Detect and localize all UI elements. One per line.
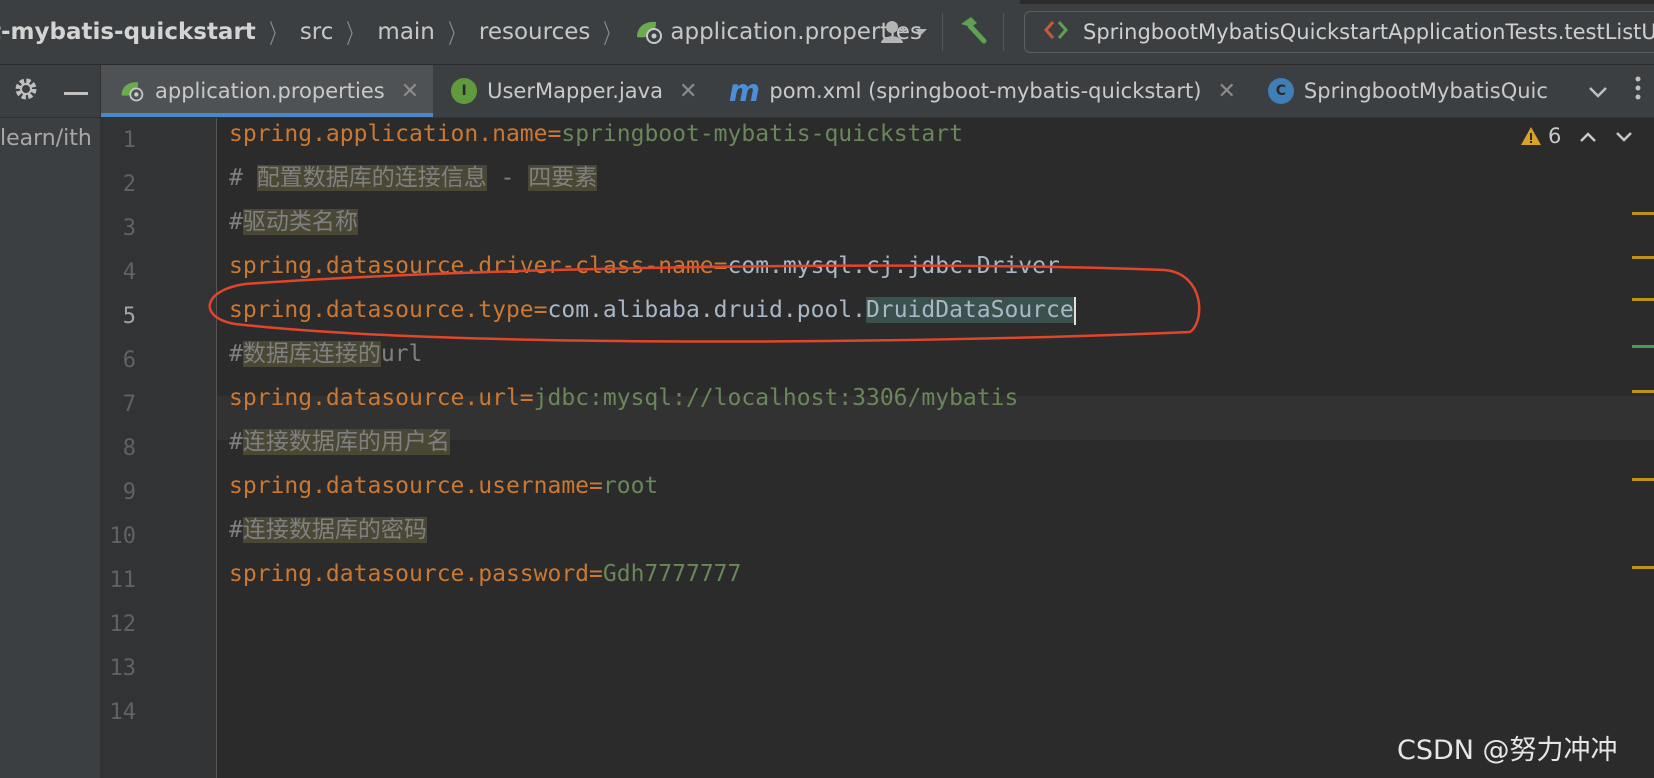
project-panel: learn/ith (0, 118, 101, 778)
close-icon[interactable]: ✕ (679, 79, 697, 104)
navigation-bar: t-mybatis-quickstart 〉 src 〉 main 〉 reso… (0, 0, 1654, 65)
tab-springboot-tests[interactable]: C SpringbootMybatisQuic (1250, 65, 1562, 117)
warning-count: 6 (1548, 124, 1562, 148)
next-highlight-icon[interactable] (1615, 124, 1633, 148)
previous-highlight-icon[interactable] (1579, 124, 1597, 148)
code-line-comment[interactable]: #连接数据库的密码 (229, 508, 427, 552)
editor-tab-bar: application.properties ✕ I UserMapper.ja… (0, 65, 1654, 118)
breadcrumb-resources[interactable]: resources (479, 19, 590, 45)
code-line-current[interactable]: spring.datasource.type=com.alibaba.druid… (229, 288, 1076, 332)
breadcrumb-file[interactable]: application.properties (634, 19, 922, 45)
text-caret (1073, 296, 1076, 325)
code-line-comment[interactable]: # 配置数据库的连接信息 - 四要素 (229, 156, 598, 200)
tab-usermapper-java[interactable]: I UserMapper.java ✕ (433, 65, 711, 117)
run-config-icon (1043, 19, 1069, 46)
tab-overflow-controls (1574, 65, 1654, 117)
chevron-down-icon (915, 29, 927, 35)
watermark: CSDN @努力冲冲 (1397, 735, 1618, 766)
error-stripe-mark[interactable] (1632, 345, 1654, 348)
code-line[interactable]: spring.datasource.username=root (229, 464, 658, 508)
spring-properties-icon (119, 78, 145, 104)
warning-icon (1521, 127, 1541, 145)
line-number: 6 (122, 348, 136, 373)
breadcrumb-separator: 〉 (603, 19, 620, 50)
line-number: 14 (109, 700, 137, 725)
more-vertical-icon[interactable] (1635, 76, 1641, 106)
project-path-fragment[interactable]: learn/ith (0, 126, 92, 151)
tab-application-properties[interactable]: application.properties ✕ (101, 65, 434, 117)
interface-icon: I (451, 78, 478, 104)
line-number: 8 (122, 436, 136, 461)
error-stripe-mark[interactable] (1632, 478, 1654, 481)
tab-label: SpringbootMybatisQuic (1303, 79, 1548, 103)
code-line[interactable]: spring.datasource.driver-class-name=com.… (229, 244, 1060, 288)
error-stripe-mark[interactable] (1632, 212, 1654, 215)
breadcrumb-separator: 〉 (269, 19, 285, 50)
code-line[interactable]: spring.datasource.url=jdbc:mysql://local… (229, 376, 1018, 420)
user-icon[interactable] (880, 19, 928, 45)
code-line-comment[interactable]: #驱动类名称 (229, 200, 358, 244)
tab-pom-xml[interactable]: m pom.xml (springboot-mybatis-quickstart… (711, 65, 1250, 117)
maven-icon: m (728, 73, 761, 109)
line-number-gutter[interactable]: 1 2 3 4 5 6 7 8 9 10 11 12 13 14 (101, 118, 217, 778)
error-stripe-mark[interactable] (1632, 256, 1654, 259)
gear-icon[interactable] (13, 76, 39, 106)
breadcrumb-project[interactable]: t-mybatis-quickstart (0, 19, 256, 45)
line-number: 3 (122, 216, 136, 241)
line-number-current: 5 (122, 304, 136, 329)
breadcrumb-main[interactable]: main (377, 19, 434, 45)
line-number: 12 (109, 612, 137, 637)
inspection-widget[interactable]: 6 (1520, 124, 1633, 148)
line-number: 13 (109, 656, 137, 681)
close-icon[interactable]: ✕ (401, 79, 419, 104)
line-number: 4 (122, 260, 136, 285)
error-stripe-mark[interactable] (1632, 390, 1654, 393)
code-line[interactable]: spring.datasource.password=Gdh7777777 (229, 552, 741, 596)
error-stripe-mark[interactable] (1632, 298, 1654, 301)
breadcrumb-separator: 〉 (448, 19, 464, 50)
line-number: 2 (122, 172, 136, 197)
line-number: 1 (122, 128, 136, 153)
line-number: 7 (122, 392, 136, 417)
spring-properties-icon (634, 19, 664, 45)
line-number: 11 (109, 568, 137, 593)
tool-window-controls (0, 65, 101, 117)
breadcrumb-src[interactable]: src (300, 19, 334, 45)
tab-label: UserMapper.java (487, 79, 663, 103)
error-stripe-mark[interactable] (1632, 566, 1654, 569)
tab-label: application.properties (155, 79, 385, 103)
code-line-comment[interactable]: #连接数据库的用户名 (229, 420, 450, 464)
build-hammer-icon[interactable] (957, 15, 989, 49)
line-number: 9 (122, 480, 136, 505)
toolbar-divider (942, 13, 943, 51)
class-icon: C (1267, 78, 1294, 104)
code-line-comment[interactable]: #数据库连接的url (229, 332, 422, 376)
code-editor[interactable]: spring.application.name=springboot-mybat… (217, 118, 1654, 778)
code-line[interactable]: spring.application.name=springboot-mybat… (229, 112, 963, 156)
tab-label: pom.xml (springboot-mybatis-quickstart) (769, 79, 1202, 103)
toolbar-divider (1003, 13, 1004, 51)
line-number: 10 (109, 524, 137, 549)
chevron-down-icon[interactable] (1588, 79, 1608, 104)
warning-indicator[interactable]: 6 (1520, 124, 1561, 148)
run-configuration-selector[interactable]: SpringbootMybatisQuickstartApplicationTe… (1024, 11, 1654, 53)
minimize-icon[interactable] (63, 82, 88, 101)
breadcrumb-separator: 〉 (346, 19, 363, 50)
close-icon[interactable]: ✕ (1217, 79, 1235, 104)
